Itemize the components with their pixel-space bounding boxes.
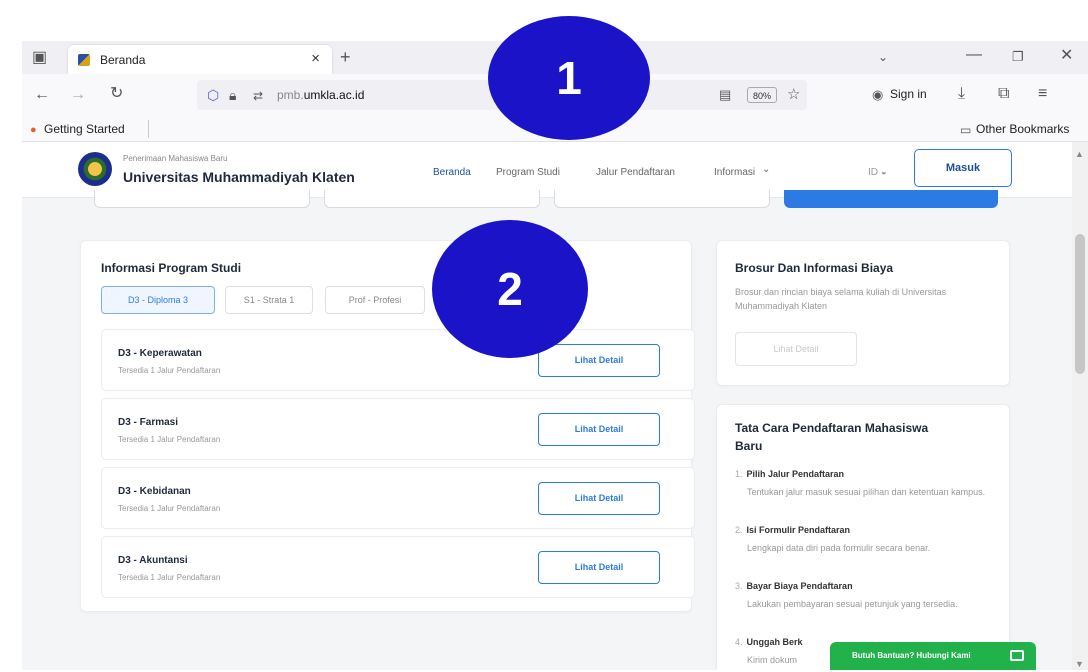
site-favicon-icon xyxy=(78,54,90,66)
browser-tab-beranda[interactable]: Beranda × xyxy=(68,45,332,75)
prodi-subtitle: Tersedia 1 Jalur Pendaftaran xyxy=(118,504,221,513)
language-switch[interactable]: ID ◒ xyxy=(868,167,887,178)
firefox-icon: ● xyxy=(30,124,37,136)
shield-icon[interactable]: ⬡ xyxy=(207,87,219,103)
minimize-window-icon[interactable]: — xyxy=(966,47,982,63)
scroll-up-icon[interactable]: ▲ xyxy=(1075,146,1084,162)
restore-window-icon[interactable]: ❐ xyxy=(1012,49,1024,65)
list-item: D3 - Akuntansi Tersedia 1 Jalur Pendafta… xyxy=(101,536,695,598)
account-icon[interactable]: ◉ xyxy=(872,87,883,103)
nav-jalur-pendaftaran[interactable]: Jalur Pendaftaran xyxy=(596,167,675,178)
url-text: pmb.umkla.ac.id xyxy=(277,88,365,102)
step-description: Tentukan jalur masuk sesuai pilihan dan … xyxy=(747,487,986,497)
brochure-card: Brosur Dan Informasi Biaya Brosur dan ri… xyxy=(716,240,1010,386)
login-button[interactable]: Masuk xyxy=(914,149,1012,187)
view-detail-button[interactable]: Lihat Detail xyxy=(538,413,660,446)
step-title: 4. Unggah Berk xyxy=(735,637,803,647)
bookmark-divider xyxy=(148,120,149,138)
program-studi-title: Informasi Program Studi xyxy=(101,261,242,275)
help-button-label: Butuh Bantuan? Hubungi Kami xyxy=(852,651,971,660)
prodi-subtitle: Tersedia 1 Jalur Pendaftaran xyxy=(118,435,221,444)
view-detail-button[interactable]: Lihat Detail xyxy=(538,482,660,515)
search-filter-3[interactable] xyxy=(554,190,770,208)
steps-title-line1: Tata Cara Pendaftaran Mahasiswa xyxy=(735,421,929,435)
menu-icon[interactable]: ≡ xyxy=(1038,86,1047,102)
program-studi-card: Informasi Program Studi D3 - Diploma 3 S… xyxy=(80,240,695,612)
search-submit-button[interactable] xyxy=(784,190,998,208)
bookmark-star-icon[interactable]: ☆ xyxy=(787,87,800,103)
step-title: 2. Isi Formulir Pendaftaran xyxy=(735,525,851,535)
brand-subtitle: Penerimaan Mahasiswa Baru xyxy=(123,154,228,163)
tab-list-icon[interactable]: ▣ xyxy=(32,50,47,66)
annotation-badge-1: 1 xyxy=(488,16,650,140)
brand-title[interactable]: Universitas Muhammadiyah Klaten xyxy=(123,169,355,185)
reader-view-icon[interactable]: ▤ xyxy=(719,87,731,103)
chat-icon xyxy=(1010,650,1024,661)
list-item: D3 - Kebidanan Tersedia 1 Jalur Pendafta… xyxy=(101,467,695,529)
forward-icon[interactable]: → xyxy=(70,87,86,103)
folder-icon: ▭ xyxy=(960,123,972,137)
bookmark-other[interactable]: Other Bookmarks xyxy=(976,122,1069,136)
tab-d3[interactable]: D3 - Diploma 3 xyxy=(101,286,215,314)
tab-profesi[interactable]: Prof - Profesi xyxy=(325,286,425,314)
step-description: Lakukan pembayaran sesuai petunjuk yang … xyxy=(747,599,958,609)
reload-icon[interactable]: ↻ xyxy=(110,86,123,102)
prodi-name: D3 - Farmasi xyxy=(118,417,179,428)
step-title: 3. Bayar Biaya Pendaftaran xyxy=(735,581,853,591)
search-filter-1[interactable] xyxy=(94,190,310,208)
scrollbar-thumb[interactable] xyxy=(1075,234,1085,374)
lock-icon[interactable]: 🔒︎ xyxy=(229,87,236,103)
step-title: 1. Pilih Jalur Pendaftaran xyxy=(735,469,845,479)
web-page: Penerimaan Mahasiswa Baru Universitas Mu… xyxy=(22,142,1072,670)
close-tab-icon[interactable]: × xyxy=(311,50,320,67)
sign-in-button[interactable]: Sign in xyxy=(890,87,927,101)
university-logo[interactable] xyxy=(78,152,112,186)
permissions-icon[interactable]: ⇄ xyxy=(253,88,263,104)
globe-icon: ◒ xyxy=(880,167,887,178)
zoom-level-badge[interactable]: 80% xyxy=(747,87,778,103)
view-detail-button[interactable]: Lihat Detail xyxy=(538,344,660,377)
view-detail-button[interactable]: Lihat Detail xyxy=(538,551,660,584)
page-scrollbar[interactable]: ▲ ▼ xyxy=(1072,142,1088,670)
prodi-name: D3 - Kebidanan xyxy=(118,486,191,497)
nav-program-studi[interactable]: Program Studi xyxy=(496,167,560,178)
list-item: D3 - Keperawatan Tersedia 1 Jalur Pendaf… xyxy=(101,329,695,391)
tab-title: Beranda xyxy=(100,53,146,67)
nav-beranda[interactable]: Beranda xyxy=(433,167,471,178)
extensions-icon[interactable]: ⧉ xyxy=(998,86,1009,102)
bookmark-getting-started[interactable]: Getting Started xyxy=(44,122,125,136)
chevron-down-icon[interactable]: ⌄ xyxy=(762,164,770,175)
step-description: Lengkapi data diri pada formulir secara … xyxy=(747,543,931,553)
tab-s1[interactable]: S1 - Strata 1 xyxy=(225,286,313,314)
nav-informasi[interactable]: Informasi xyxy=(714,167,755,178)
back-icon[interactable]: ← xyxy=(34,87,50,103)
list-all-tabs-icon[interactable]: ⌄ xyxy=(878,49,888,65)
prodi-name: D3 - Akuntansi xyxy=(118,555,188,566)
prodi-subtitle: Tersedia 1 Jalur Pendaftaran xyxy=(118,573,221,582)
help-contact-button[interactable]: Butuh Bantuan? Hubungi Kami xyxy=(830,642,1036,670)
search-filter-2[interactable] xyxy=(324,190,540,208)
brochure-detail-button[interactable]: Lihat Detail xyxy=(735,332,857,366)
annotation-badge-2: 2 xyxy=(432,220,588,358)
close-window-icon[interactable]: ✕ xyxy=(1060,48,1073,64)
prodi-name: D3 - Keperawatan xyxy=(118,348,202,359)
list-item: D3 - Farmasi Tersedia 1 Jalur Pendaftara… xyxy=(101,398,695,460)
brochure-description: Brosur dan rincian biaya selama kuliah d… xyxy=(735,287,947,311)
steps-title-line2: Baru xyxy=(735,439,763,453)
new-tab-icon[interactable]: + xyxy=(340,48,351,66)
brochure-title: Brosur Dan Informasi Biaya xyxy=(735,261,894,275)
prodi-subtitle: Tersedia 1 Jalur Pendaftaran xyxy=(118,366,221,375)
registration-steps-card: Tata Cara Pendaftaran Mahasiswa Baru 1. P… xyxy=(716,404,1010,670)
downloads-icon[interactable]: ⤓ xyxy=(958,86,965,102)
